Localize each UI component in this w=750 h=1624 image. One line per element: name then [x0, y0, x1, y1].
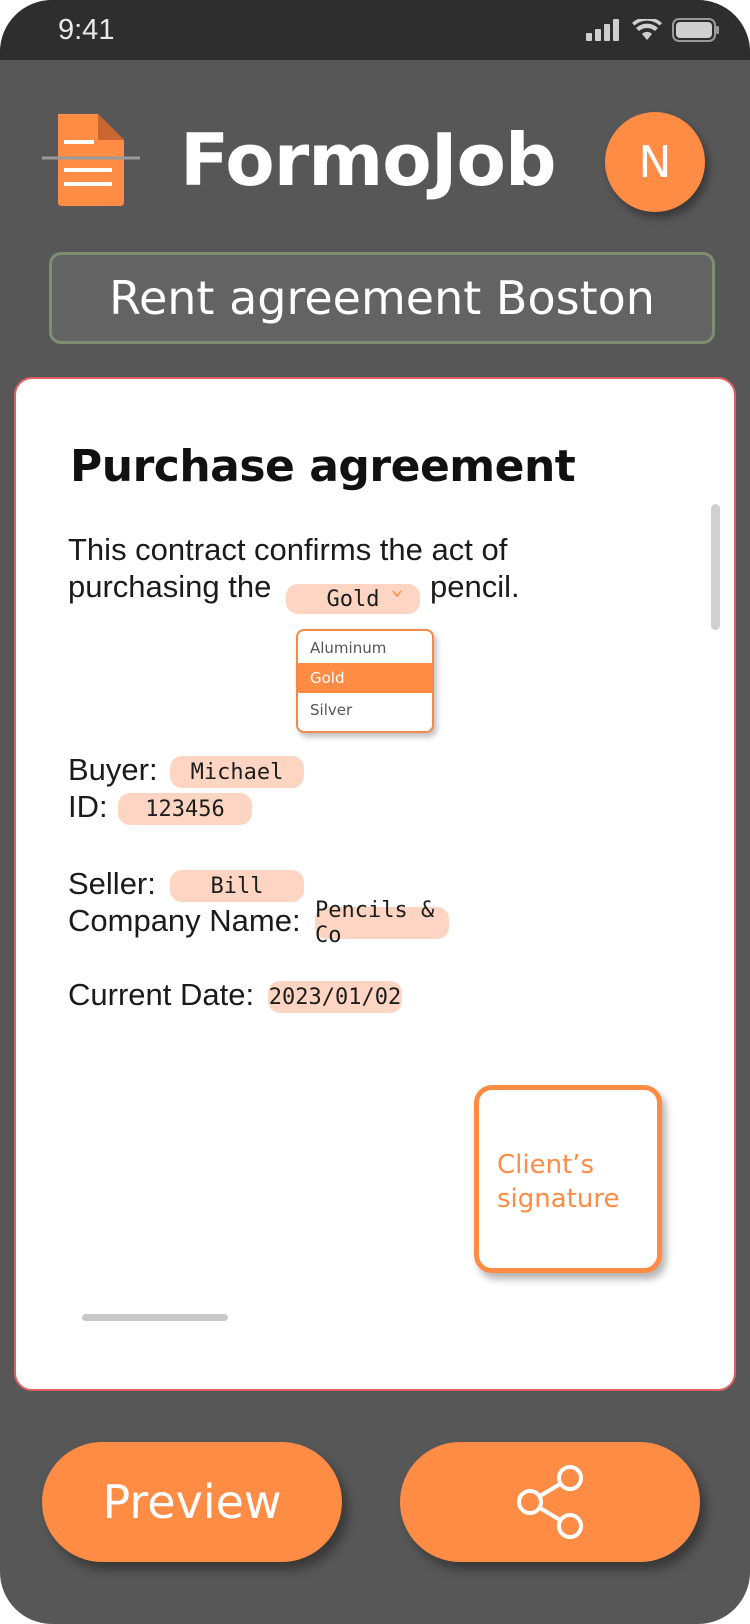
signature-label: Client’s signature [497, 1150, 620, 1214]
battery-icon [672, 18, 719, 42]
intro-line-2-suffix: pencil. [430, 569, 520, 604]
share-button[interactable] [400, 1442, 700, 1562]
signal-icon [586, 19, 619, 41]
seller-field[interactable]: Bill [170, 870, 304, 902]
preview-button[interactable]: Preview [42, 1442, 342, 1562]
document-logo-icon [42, 114, 140, 206]
id-label: ID: [68, 789, 108, 824]
chevron-down-icon [392, 590, 402, 598]
buyer-field[interactable]: Michael [170, 756, 304, 788]
intro-line-1: This contract confirms the act of [68, 532, 508, 567]
material-select-value: Gold [326, 586, 380, 612]
company-label: Company Name: [68, 903, 301, 938]
date-field[interactable]: 2023/01/02 [268, 981, 402, 1013]
client-signature-box[interactable]: Client’s signature [474, 1085, 662, 1273]
horizontal-scrollbar[interactable] [82, 1314, 228, 1321]
phone-screen: 9:41 FormoJob N Rent agreement Boston Pu… [0, 0, 750, 1624]
dropdown-option-silver[interactable]: Silver [298, 695, 432, 725]
status-time: 9:41 [58, 14, 115, 46]
user-avatar[interactable]: N [605, 112, 705, 212]
wifi-icon [632, 19, 662, 40]
dropdown-option-aluminum[interactable]: Aluminum [298, 633, 432, 663]
vertical-scrollbar[interactable] [711, 504, 720, 630]
share-icon [517, 1465, 583, 1539]
status-bar: 9:41 [0, 0, 750, 60]
status-icons [586, 18, 720, 42]
intro-line-2-prefix: purchasing the [68, 569, 272, 604]
contract-card: Purchase agreement This contract confirm… [14, 377, 736, 1391]
document-title-field[interactable]: Rent agreement Boston [49, 252, 715, 344]
contract-heading: Purchase agreement [70, 441, 576, 492]
seller-label: Seller: [68, 866, 156, 901]
material-select[interactable]: Gold [286, 584, 420, 614]
buyer-label: Buyer: [68, 752, 158, 787]
app-title: FormoJob [180, 118, 557, 202]
date-label: Current Date: [68, 977, 255, 1012]
id-field[interactable]: 123456 [118, 793, 252, 825]
company-field[interactable]: Pencils & Co [315, 898, 449, 948]
dropdown-option-gold[interactable]: Gold [298, 663, 432, 693]
material-dropdown: Aluminum Gold Silver [296, 629, 434, 733]
